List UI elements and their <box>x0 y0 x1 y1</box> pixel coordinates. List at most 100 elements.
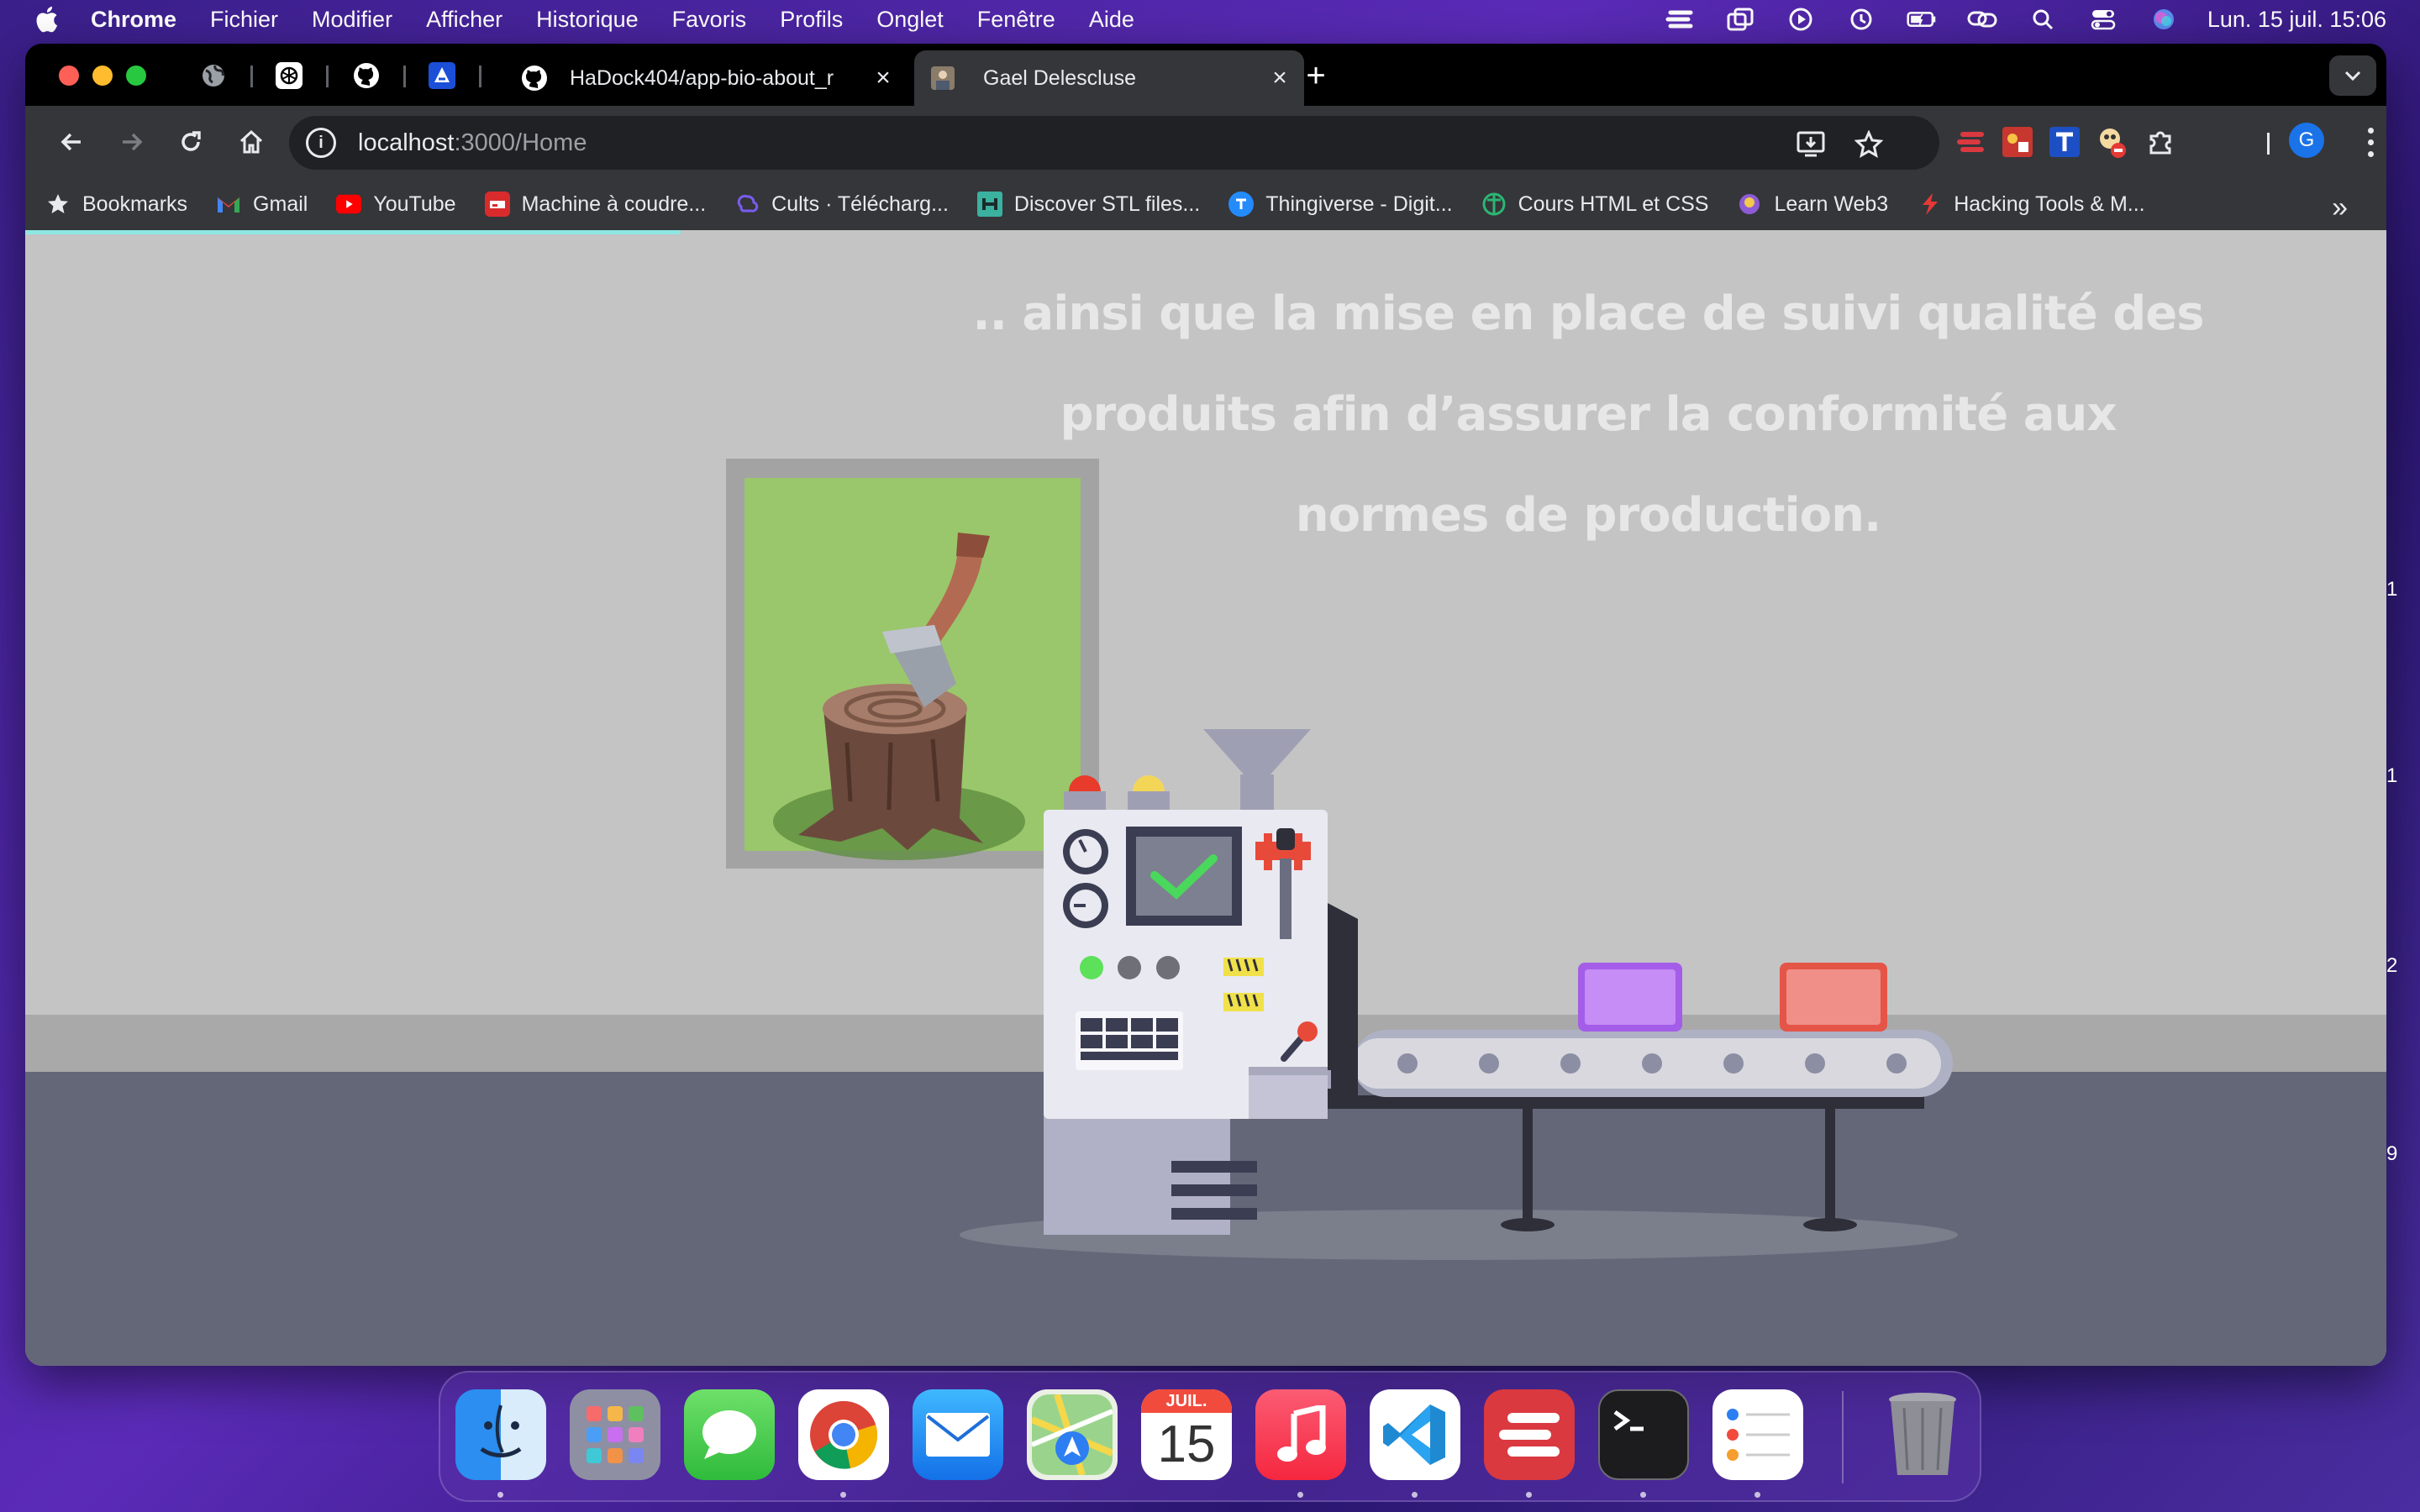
launchpad-icon[interactable] <box>570 1389 660 1480</box>
apple-icon[interactable] <box>34 5 59 34</box>
bookmark-label: Cours HTML et CSS <box>1518 192 1709 216</box>
machine-control-panel <box>1044 810 1328 1119</box>
tab-search-button[interactable] <box>2329 55 2376 96</box>
tab-separator <box>250 66 253 87</box>
expressvpn-extension-icon[interactable] <box>1953 124 1988 160</box>
menu-historique[interactable]: Historique <box>536 7 639 33</box>
reload-button[interactable] <box>173 124 208 160</box>
url-path: :3000/Home <box>454 129 587 156</box>
battery-icon[interactable] <box>1907 7 1937 32</box>
calendar-icon[interactable]: JUIL. 15 <box>1141 1389 1232 1480</box>
menu-fichier[interactable]: Fichier <box>210 7 278 33</box>
tab-close-button[interactable]: × <box>871 64 896 92</box>
bookmark-gmail[interactable]: Gmail <box>216 192 308 217</box>
caption-line: produits afin d’assurer la conformité au… <box>1060 387 2117 442</box>
menu-onglet[interactable]: Onglet <box>876 7 944 33</box>
back-button[interactable] <box>54 124 89 160</box>
bookmark-label: YouTube <box>373 192 456 216</box>
play-icon[interactable] <box>1786 7 1816 32</box>
bookmark-bookmarks[interactable]: Bookmarks <box>45 192 187 217</box>
red-product-box <box>1780 963 1887 1032</box>
site-info-icon[interactable]: i <box>306 128 336 158</box>
window-close-button[interactable] <box>59 66 79 86</box>
expressvpn-icon[interactable] <box>1484 1389 1575 1480</box>
browser-toolbar: i localhost :3000/Home G <box>25 106 2386 178</box>
bookmark-label: Machine à coudre... <box>521 192 707 216</box>
text-extension-icon[interactable] <box>2047 124 2082 160</box>
tab-strip: HaDock404/app-bio-about_r × Gael Delescl… <box>25 44 2386 106</box>
control-center-icon[interactable] <box>2088 7 2118 32</box>
terminal-icon[interactable] <box>1598 1389 1689 1480</box>
menu-aide[interactable]: Aide <box>1089 7 1134 33</box>
adblock-extension-icon[interactable] <box>2094 124 2129 160</box>
window-switcher-icon[interactable] <box>1725 7 1755 32</box>
bookmark-machine-a-coudre[interactable]: Machine à coudre... <box>484 192 707 217</box>
trash-icon[interactable] <box>1877 1389 1968 1480</box>
bookmark-cults[interactable]: Cults · Télécharg... <box>734 192 949 217</box>
forward-button[interactable] <box>114 124 150 160</box>
chrome-icon[interactable] <box>798 1389 889 1480</box>
profile-avatar[interactable]: G <box>2289 123 2324 158</box>
menu-modifier[interactable]: Modifier <box>312 7 392 33</box>
bookmark-label: Discover STL files... <box>1013 192 1201 216</box>
tab-close-button[interactable]: × <box>1267 64 1292 92</box>
warning-lights <box>1064 775 1170 810</box>
indicator-light-green <box>1080 956 1103 979</box>
caption-line: normes de production. <box>1295 488 1882 543</box>
bookmark-cours-html-css[interactable]: Cours HTML et CSS <box>1481 192 1709 217</box>
tab-gael-delescluse[interactable]: Gael Delescluse × <box>914 50 1304 106</box>
menu-afficher[interactable]: Afficher <box>426 7 502 33</box>
bookmark-label: Bookmarks <box>82 192 188 216</box>
extensions-puzzle-icon[interactable] <box>2143 124 2178 160</box>
gmail-icon <box>216 192 241 217</box>
pinned-tab-globe-icon[interactable] <box>198 60 229 91</box>
address-bar[interactable]: i localhost :3000/Home <box>289 116 1939 170</box>
bookmark-star-icon[interactable] <box>1852 128 1886 161</box>
menu-fenetre[interactable]: Fenêtre <box>977 7 1055 33</box>
menubar-clock[interactable]: Lun. 15 juil. 15:06 <box>2207 7 2386 33</box>
window-zoom-button[interactable] <box>126 66 146 86</box>
bookmark-label: Gmail <box>253 192 308 216</box>
maps-icon[interactable] <box>1027 1389 1118 1480</box>
tab-separator <box>326 66 329 87</box>
running-indicator <box>1297 1492 1303 1498</box>
menu-app-name[interactable]: Chrome <box>91 7 176 33</box>
caption-line: .. ainsi que la mise en place de suivi q… <box>972 286 2204 341</box>
siri-icon[interactable] <box>2149 7 2179 32</box>
pinned-tab-github-icon[interactable] <box>351 60 381 91</box>
install-app-icon[interactable] <box>1795 128 1828 161</box>
menu-profils[interactable]: Profils <box>780 7 843 33</box>
stl-icon <box>976 192 1002 217</box>
bookmark-hacking-tools[interactable]: Hacking Tools & M... <box>1917 192 2145 217</box>
bookmarks-bar: Bookmarks Gmail YouTube Machine à coudre… <box>25 178 2386 230</box>
window-minimize-button[interactable] <box>92 66 113 86</box>
bookmark-youtube[interactable]: YouTube <box>336 192 456 217</box>
music-icon[interactable] <box>1255 1389 1346 1480</box>
link-icon[interactable] <box>1967 7 1997 32</box>
github-icon <box>521 63 551 93</box>
tab-separator <box>479 66 481 87</box>
running-indicator <box>1640 1492 1646 1498</box>
messages-icon[interactable] <box>684 1389 775 1480</box>
bookmarks-overflow-button[interactable]: » <box>2332 192 2348 224</box>
edge-mark: 2 <box>2386 954 2398 977</box>
bookmark-discover-stl[interactable]: Discover STL files... <box>976 192 1201 217</box>
pinned-tab-chatgpt-icon[interactable] <box>274 60 304 91</box>
time-machine-icon[interactable] <box>1846 7 1876 32</box>
expressvpn-status-icon[interactable] <box>1665 7 1695 32</box>
mail-icon[interactable] <box>913 1389 1003 1480</box>
puzzle-game-extension-icon[interactable] <box>2000 124 2035 160</box>
spotlight-search-icon[interactable] <box>2028 7 2058 32</box>
bookmark-thingiverse[interactable]: Thingiverse - Digit... <box>1228 192 1453 217</box>
chrome-menu-button[interactable] <box>2358 124 2383 160</box>
tab-github-repo[interactable]: HaDock404/app-bio-about_r × <box>504 50 908 106</box>
home-button[interactable] <box>234 124 269 160</box>
menu-favoris[interactable]: Favoris <box>672 7 747 33</box>
running-indicator <box>497 1492 503 1498</box>
pinned-tab-arc-icon[interactable] <box>427 60 457 91</box>
reminders-icon[interactable] <box>1712 1389 1803 1480</box>
new-tab-button[interactable]: + <box>1299 59 1333 92</box>
vscode-icon[interactable] <box>1370 1389 1460 1480</box>
bookmark-learn-web3[interactable]: Learn Web3 <box>1737 192 1888 217</box>
finder-icon[interactable] <box>455 1389 546 1480</box>
